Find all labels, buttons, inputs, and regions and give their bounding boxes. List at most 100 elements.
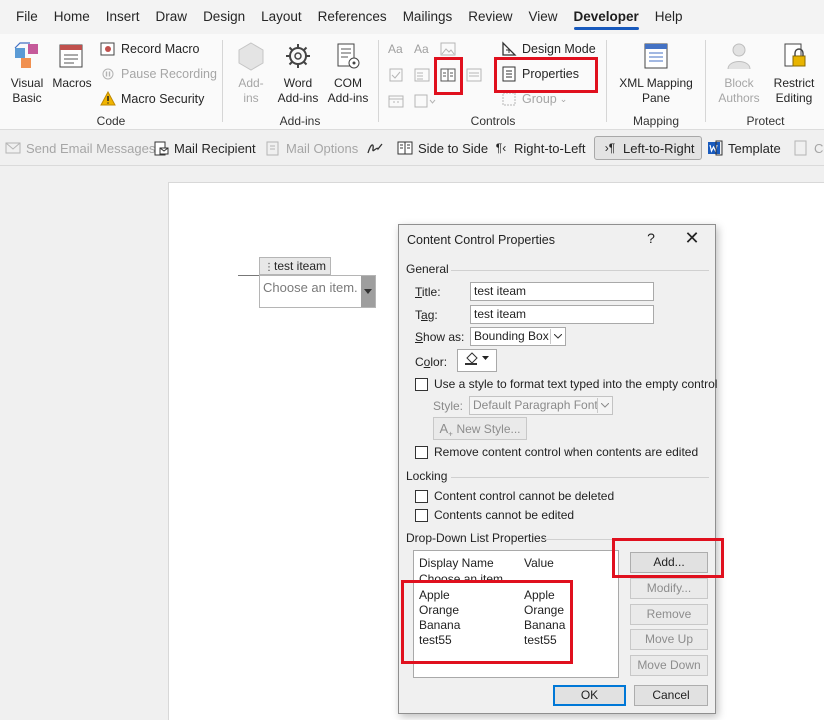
template-button[interactable]: Template	[706, 136, 781, 160]
gear-icon	[281, 38, 315, 74]
cannot-delete-label: Content control cannot be deleted	[434, 489, 615, 503]
compare-button[interactable]: Co	[792, 136, 824, 160]
show-as-select[interactable]: Bounding Box	[470, 327, 566, 346]
menu-review[interactable]: Review	[460, 0, 520, 34]
style-select[interactable]: Default Paragraph Font	[469, 396, 613, 415]
chevron-down-icon	[597, 398, 611, 413]
chevron-down-icon	[550, 329, 564, 344]
style-label: Style:	[433, 399, 464, 413]
drag-handle-icon: ⋮	[264, 262, 274, 273]
pause-icon	[99, 65, 117, 83]
mail-recipient-button[interactable]: Mail Recipient	[152, 136, 256, 160]
menu-design[interactable]: Design	[195, 0, 253, 34]
macros-icon	[55, 38, 89, 74]
person-icon	[722, 38, 756, 74]
title-input[interactable]: test iteam	[470, 282, 654, 301]
com-addins-button[interactable]: COM Add-ins	[324, 38, 372, 106]
signature-icon	[366, 139, 384, 157]
menu-references[interactable]: References	[310, 0, 395, 34]
dropdown-control-highlight	[434, 57, 463, 95]
chevron-down-icon: ⌄	[559, 93, 568, 104]
macro-security-button[interactable]: Macro Security	[99, 88, 204, 110]
menu-view[interactable]: View	[520, 0, 565, 34]
menu-insert[interactable]: Insert	[98, 0, 148, 34]
content-control-title-tab[interactable]: ⋮test iteam	[259, 257, 332, 275]
email-icon	[4, 139, 22, 157]
close-button[interactable]: ✕	[683, 228, 701, 249]
word-addins-button[interactable]: Word Add-ins	[274, 38, 322, 106]
document-icon	[792, 139, 810, 157]
addins-button[interactable]: Add- ins	[230, 38, 272, 106]
macros-button[interactable]: Macros	[50, 38, 94, 91]
visual-basic-button[interactable]: Visual Basic	[6, 38, 48, 106]
menu-developer[interactable]: Developer	[566, 0, 647, 34]
remove-button[interactable]: Remove	[630, 604, 708, 625]
modify-button[interactable]: Modify...	[630, 578, 708, 599]
color-picker-button[interactable]	[457, 349, 497, 372]
menu-mailings[interactable]: Mailings	[395, 0, 461, 34]
record-macro-icon	[99, 40, 117, 58]
locking-section-label: Locking	[406, 469, 448, 483]
protect-group: Block Authors Restrict Editing Protect	[707, 34, 824, 130]
building-block-control-icon[interactable]	[466, 64, 482, 86]
date-picker-control-icon[interactable]	[388, 90, 404, 112]
combo-box-control-icon[interactable]	[414, 64, 430, 86]
record-macro-button[interactable]: Record Macro	[99, 38, 200, 60]
legacy-tools-icon[interactable]	[414, 90, 436, 112]
checkbox-control-icon[interactable]	[388, 64, 404, 86]
block-authors-button[interactable]: Block Authors	[713, 38, 765, 106]
remove-control-checkbox[interactable]	[415, 446, 428, 459]
content-control-line	[238, 275, 260, 276]
quick-toolbar: Send Email Messages Mail Recipient Mail …	[0, 130, 824, 166]
show-as-label: Show as:	[415, 330, 465, 344]
tag-label: Tag:	[415, 308, 438, 322]
ribbon: Visual Basic Macros Record Macro Pause R…	[0, 34, 824, 130]
tag-input[interactable]: test iteam	[470, 305, 654, 324]
list-items-highlight	[401, 580, 573, 664]
menu-bar: File Home Insert Draw Design Layout Refe…	[0, 0, 824, 34]
mail-options-button[interactable]: Mail Options	[264, 136, 358, 160]
general-section-label: General	[406, 262, 449, 276]
lock-icon	[777, 38, 811, 74]
code-group: Visual Basic Macros Record Macro Pause R…	[0, 34, 222, 130]
menu-home[interactable]: Home	[46, 0, 98, 34]
cannot-delete-checkbox[interactable]	[415, 490, 428, 503]
cancel-button[interactable]: Cancel	[634, 685, 708, 706]
mail-recipient-icon	[152, 139, 170, 157]
dropdown-content-control[interactable]: Choose an item.	[259, 275, 376, 308]
use-style-label: Use a style to format text typed into th…	[434, 377, 718, 391]
menu-help[interactable]: Help	[647, 0, 691, 34]
list-header-display: Display Name	[419, 556, 494, 570]
dropdown-properties-label: Drop-Down List Properties	[406, 531, 547, 545]
move-down-button[interactable]: Move Down	[630, 655, 708, 676]
new-style-button[interactable]: A+ New Style...	[433, 417, 527, 440]
com-addins-icon	[331, 38, 365, 74]
pause-recording-button[interactable]: Pause Recording	[99, 63, 217, 85]
restrict-editing-button[interactable]: Restrict Editing	[767, 38, 821, 106]
right-to-left-icon: ¶‹	[495, 141, 507, 155]
menu-file[interactable]: File	[8, 0, 46, 34]
send-email-messages-button[interactable]: Send Email Messages	[4, 136, 155, 160]
mail-options-icon	[264, 139, 282, 157]
color-label: Color:	[415, 355, 448, 369]
plain-text-control-icon[interactable]: Aa	[414, 38, 429, 60]
side-to-side-icon	[396, 139, 414, 157]
xml-mapping-icon	[639, 38, 673, 74]
right-to-left-button[interactable]: ¶‹ Right-to-Left	[492, 136, 586, 160]
signature-icon-button[interactable]	[366, 136, 388, 160]
ok-button[interactable]: OK	[553, 685, 626, 706]
paint-bucket-icon	[463, 352, 491, 369]
use-style-checkbox[interactable]	[415, 378, 428, 391]
menu-draw[interactable]: Draw	[148, 0, 196, 34]
left-to-right-button[interactable]: ›¶ Left-to-Right	[594, 136, 702, 160]
addins-group: Add- ins Word Add-ins COM Add-ins Add-in…	[224, 34, 376, 130]
help-button[interactable]: ?	[643, 230, 659, 246]
rich-text-control-icon[interactable]: Aa	[388, 38, 403, 60]
side-to-side-button[interactable]: Side to Side	[396, 136, 488, 160]
dropdown-arrow-icon[interactable]	[361, 276, 375, 307]
cannot-edit-checkbox[interactable]	[415, 509, 428, 522]
move-up-button[interactable]: Move Up	[630, 629, 708, 650]
properties-highlight	[494, 57, 598, 93]
menu-layout[interactable]: Layout	[253, 0, 310, 34]
xml-mapping-pane-button[interactable]: XML Mapping Pane	[612, 38, 700, 106]
